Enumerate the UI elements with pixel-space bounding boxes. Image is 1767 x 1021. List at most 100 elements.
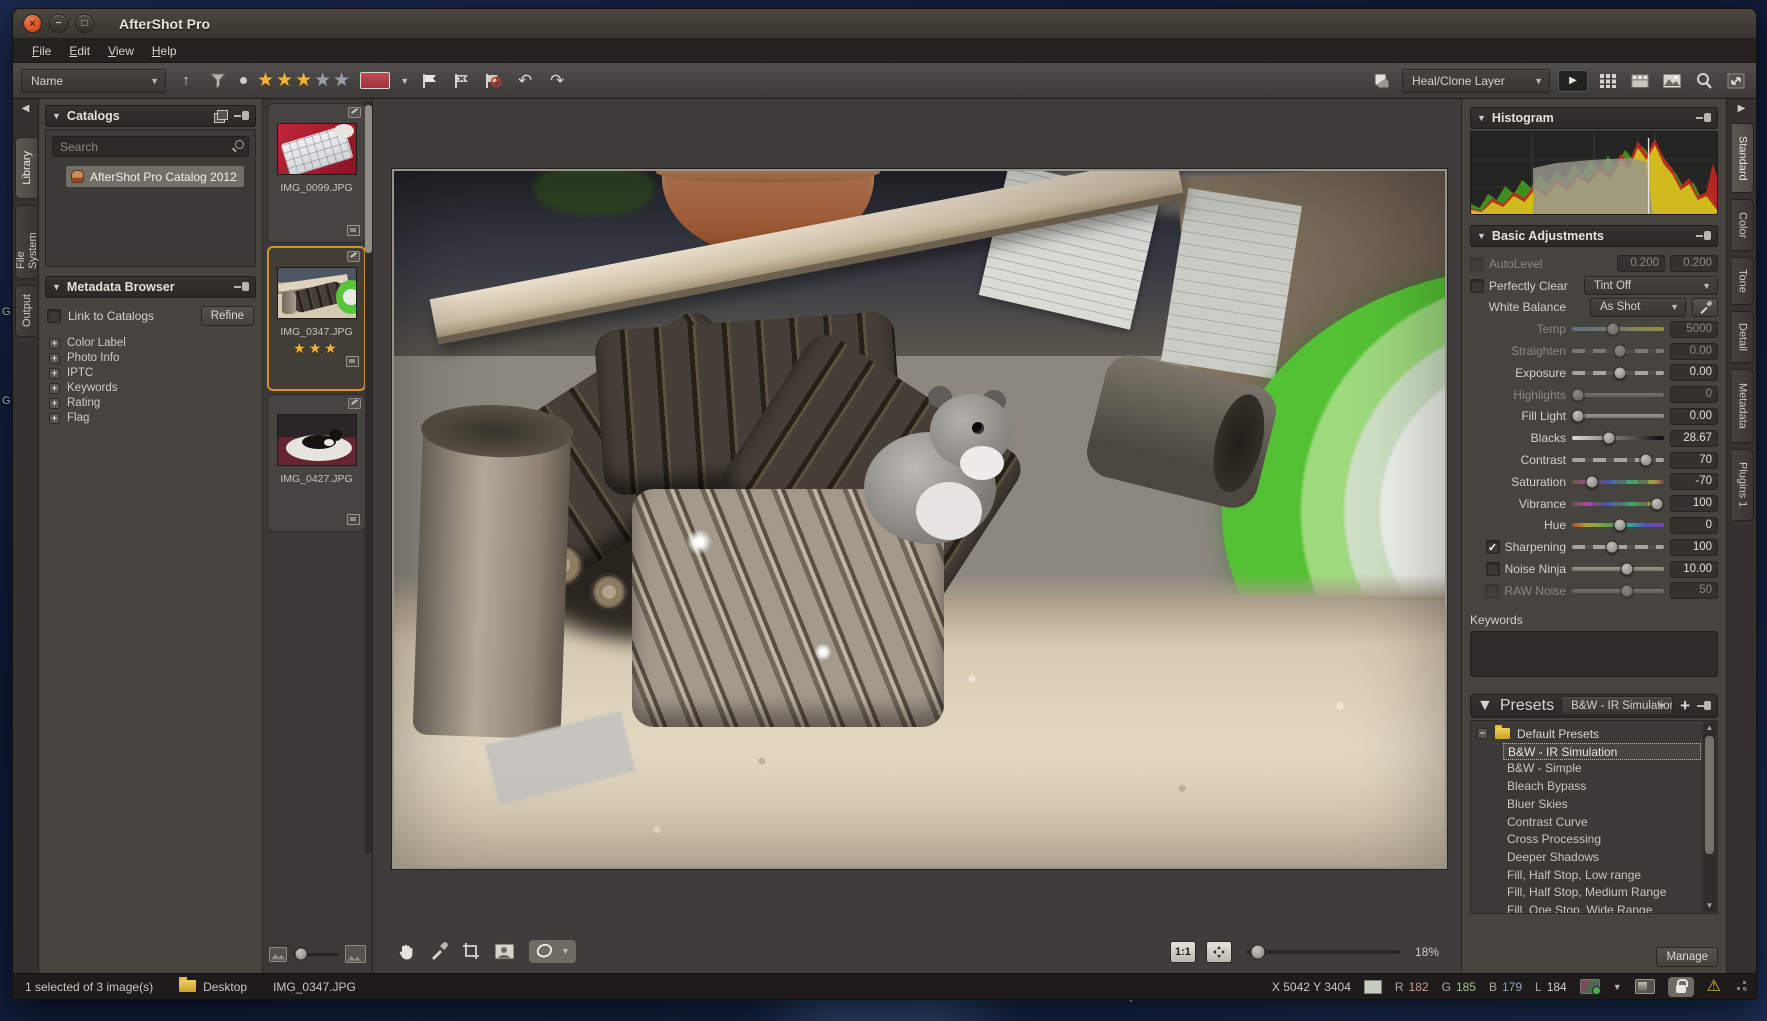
raw-noise-value[interactable]: 50 bbox=[1670, 582, 1718, 599]
preset-item[interactable]: Fill, One Stop, Wide Range bbox=[1503, 902, 1701, 914]
chevron-down-icon[interactable]: ▼ bbox=[400, 76, 409, 86]
add-preset-button[interactable]: + bbox=[1680, 697, 1690, 714]
preset-item[interactable]: Fill, Half Stop, Medium Range bbox=[1503, 884, 1701, 902]
preset-item[interactable]: Cross Processing bbox=[1503, 831, 1701, 849]
collapse-right-panel-icon[interactable]: ▶ bbox=[1727, 103, 1756, 114]
layers-button[interactable] bbox=[1370, 69, 1394, 93]
pin-icon[interactable] bbox=[234, 282, 249, 292]
layer-type-select[interactable]: Heal/Clone Layer ▼ bbox=[1402, 69, 1550, 93]
browse-view-button[interactable] bbox=[1628, 69, 1652, 93]
tree-item-photo-info[interactable]: + Photo Info bbox=[49, 351, 256, 365]
slider-handle[interactable] bbox=[1586, 475, 1599, 488]
preset-select[interactable]: B&W - IR Simulation ▼ bbox=[1561, 696, 1673, 715]
highlights-slider[interactable] bbox=[1572, 393, 1664, 397]
heal-clone-tool-button[interactable]: ▼ bbox=[529, 940, 576, 963]
slider-handle[interactable] bbox=[1251, 945, 1266, 960]
scroll-down-icon[interactable]: ▼ bbox=[1703, 900, 1716, 912]
thumbnail-img-0427[interactable]: IMG_0427.JPG bbox=[267, 394, 366, 532]
collapse-triangle-icon[interactable]: ▼ bbox=[1477, 113, 1486, 123]
fill-light-value[interactable]: 0.00 bbox=[1670, 408, 1718, 425]
histogram-header[interactable]: ▼ Histogram bbox=[1470, 107, 1718, 129]
collapse-minus-icon[interactable]: − bbox=[1477, 728, 1488, 739]
flag-clear-button[interactable] bbox=[449, 69, 473, 93]
straighten-value[interactable]: 0.00 bbox=[1670, 343, 1718, 360]
star-icons-empty[interactable]: ★★ bbox=[314, 70, 352, 91]
collapse-left-panel-icon[interactable]: ◀ bbox=[13, 103, 38, 114]
sharpening-value[interactable]: 100 bbox=[1670, 539, 1718, 556]
expand-plus-icon[interactable]: + bbox=[49, 353, 60, 364]
preset-item[interactable]: B&W - Simple bbox=[1503, 760, 1701, 778]
star-icons-filled[interactable]: ★★★ bbox=[257, 70, 314, 91]
expand-plus-icon[interactable]: + bbox=[49, 413, 60, 424]
slider-handle[interactable] bbox=[1572, 410, 1585, 423]
preset-item[interactable]: Contrast Curve bbox=[1503, 814, 1701, 832]
thumbnail-image[interactable] bbox=[277, 414, 357, 466]
catalog-item[interactable]: AfterShot Pro Catalog 2012 bbox=[66, 166, 244, 187]
contrast-value[interactable]: 70 bbox=[1670, 452, 1718, 469]
pin-icon[interactable] bbox=[1697, 701, 1711, 711]
slider-handle[interactable] bbox=[1606, 541, 1619, 554]
preset-folder-row[interactable]: − Default Presets bbox=[1477, 725, 1701, 743]
flag-reject-button[interactable] bbox=[481, 69, 505, 93]
link-to-catalogs-checkbox[interactable] bbox=[47, 309, 61, 323]
preset-item[interactable]: B&W - IR Simulation bbox=[1503, 743, 1701, 761]
hue-slider[interactable] bbox=[1572, 523, 1664, 527]
contrast-slider[interactable] bbox=[1572, 458, 1664, 462]
tree-item-keywords[interactable]: + Keywords bbox=[49, 381, 256, 395]
tab-output[interactable]: Output bbox=[15, 285, 37, 337]
tab-metadata[interactable]: Metadata bbox=[1732, 369, 1754, 443]
sort-field-select[interactable]: Name ▼ bbox=[21, 69, 166, 93]
fullscreen-button[interactable] bbox=[1724, 69, 1748, 93]
color-profile-icon[interactable] bbox=[1580, 979, 1600, 994]
slider-handle[interactable] bbox=[1571, 388, 1584, 401]
actual-size-button[interactable]: 1:1 bbox=[1170, 941, 1196, 963]
photo-canvas[interactable] bbox=[392, 169, 1447, 869]
soft-proof-icon[interactable] bbox=[1635, 979, 1655, 994]
color-label-swatch[interactable] bbox=[360, 72, 390, 89]
noise-ninja-checkbox[interactable] bbox=[1486, 562, 1500, 576]
menu-help[interactable]: Help bbox=[143, 44, 186, 58]
catalogs-header[interactable]: ▼ Catalogs bbox=[45, 105, 256, 127]
minimize-button[interactable]: − bbox=[49, 14, 68, 33]
autolevel-checkbox[interactable] bbox=[1470, 257, 1484, 271]
temp-slider[interactable] bbox=[1572, 327, 1664, 331]
tab-plugins[interactable]: Plugins 1 bbox=[1732, 449, 1754, 521]
pin-icon[interactable] bbox=[1696, 113, 1711, 123]
tree-item-iptc[interactable]: + IPTC bbox=[49, 366, 256, 380]
expand-plus-icon[interactable]: + bbox=[49, 338, 60, 349]
thumbnail-rating-stars[interactable]: ★★★ bbox=[269, 340, 364, 357]
new-catalog-icon[interactable] bbox=[214, 110, 228, 122]
noise-ninja-value[interactable]: 10.00 bbox=[1670, 561, 1718, 578]
search-input[interactable] bbox=[52, 136, 249, 157]
grid-view-button[interactable] bbox=[1596, 69, 1620, 93]
white-balance-picker-button[interactable] bbox=[1692, 298, 1718, 317]
scroll-up-icon[interactable]: ▲ bbox=[1703, 722, 1716, 734]
saturation-value[interactable]: -70 bbox=[1670, 473, 1718, 490]
thumbnail-size-slider[interactable] bbox=[293, 953, 339, 956]
slider-handle[interactable] bbox=[1621, 584, 1634, 597]
preset-item[interactable]: Deeper Shadows bbox=[1503, 849, 1701, 867]
perfectly-clear-checkbox[interactable] bbox=[1470, 279, 1484, 293]
pan-tool-button[interactable] bbox=[397, 942, 416, 961]
lock-button[interactable] bbox=[1668, 977, 1694, 997]
white-balance-select[interactable]: As Shot ▼ bbox=[1590, 298, 1686, 317]
scrollbar-thumb[interactable] bbox=[365, 105, 372, 253]
zoom-slider[interactable] bbox=[1246, 950, 1401, 954]
tree-item-color-label[interactable]: + Color Label bbox=[49, 336, 256, 350]
preset-item[interactable]: Bleach Bypass bbox=[1503, 778, 1701, 796]
collapse-triangle-icon[interactable]: ▼ bbox=[52, 282, 61, 292]
slider-handle[interactable] bbox=[1613, 519, 1626, 532]
tab-tone[interactable]: Tone bbox=[1732, 257, 1754, 305]
crop-tool-button[interactable] bbox=[462, 942, 480, 960]
highlights-value[interactable]: 0 bbox=[1670, 386, 1718, 403]
refine-button[interactable]: Refine bbox=[201, 306, 254, 326]
pin-icon[interactable] bbox=[1696, 231, 1711, 241]
keywords-input[interactable] bbox=[1470, 631, 1718, 677]
manage-presets-button[interactable]: Manage bbox=[1656, 947, 1718, 967]
chevron-down-icon[interactable]: ▼ bbox=[561, 946, 570, 956]
warning-icon[interactable]: ⚠ bbox=[1707, 979, 1721, 995]
slider-handle[interactable] bbox=[1613, 345, 1626, 358]
scrollbar-thumb[interactable] bbox=[1705, 736, 1714, 854]
fit-to-window-button[interactable] bbox=[1206, 941, 1232, 963]
expand-plus-icon[interactable]: + bbox=[49, 368, 60, 379]
